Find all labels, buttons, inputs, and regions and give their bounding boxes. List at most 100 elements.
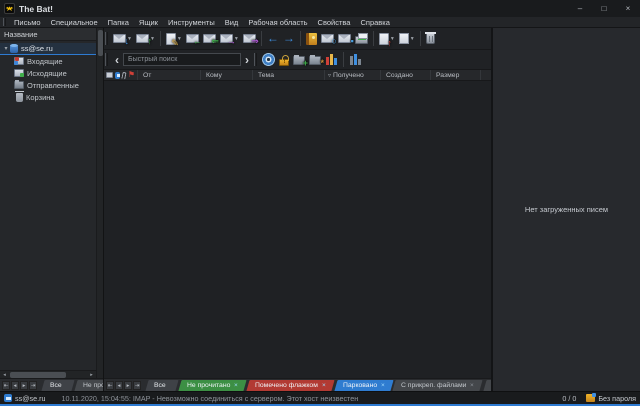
view-mode-button[interactable] — [260, 51, 277, 69]
flag-icon[interactable]: ⚑ — [128, 71, 135, 79]
password-status[interactable]: Без пароля — [598, 394, 636, 403]
folder-view-tab[interactable]: Все — [41, 380, 74, 391]
folder-row[interactable]: Входящие — [0, 55, 96, 67]
move-to-folder-button[interactable]: ↑▼ — [377, 30, 397, 48]
new-message-button[interactable]: ✎▼ — [164, 30, 184, 48]
message-view-tab[interactable]: Помечено флажком× — [246, 380, 334, 391]
quick-search-input[interactable] — [123, 53, 241, 66]
menu-item[interactable]: Письмо — [9, 17, 46, 28]
delete-button[interactable] — [424, 30, 437, 48]
maximize-button[interactable]: □ — [592, 0, 616, 17]
column-header[interactable]: Размер — [431, 70, 481, 80]
nav-back-button[interactable]: ← — [265, 30, 281, 48]
column-header[interactable]: ▿Получено — [325, 70, 381, 80]
folder-view-tab[interactable]: Не прочитано× — [74, 380, 103, 391]
find-message-button[interactable]: ○ — [319, 30, 336, 48]
get-mail-button[interactable]: ↓▼ — [111, 30, 134, 48]
folder-row[interactable]: Корзина — [0, 91, 96, 103]
save-message-button[interactable]: ▪ — [336, 30, 353, 48]
search-next-button[interactable]: › — [241, 53, 253, 67]
tab-next-button[interactable]: ▸ — [124, 381, 132, 390]
chevron-down-icon[interactable]: ▼ — [410, 36, 415, 42]
menu-item[interactable]: Рабочая область — [243, 17, 312, 28]
message-view-tab[interactable]: С прикреп. файлами× — [393, 380, 483, 391]
tab-prev-button[interactable]: ◂ — [115, 381, 123, 390]
menu-item[interactable]: Свойства — [313, 17, 356, 28]
toolbar-gripper[interactable] — [105, 53, 108, 66]
tab-prev-button[interactable]: ◂ — [11, 381, 19, 390]
folder-icon — [14, 69, 24, 77]
vscroll-thumb[interactable] — [98, 30, 103, 56]
access-lock-button[interactable] — [277, 51, 291, 69]
view-columns-icon — [349, 53, 362, 66]
print-icon — [355, 36, 368, 44]
sort-mode-button[interactable] — [323, 51, 340, 69]
folder-maintenance-button[interactable]: * — [307, 51, 323, 69]
column-icon-headers: ⚑ — [104, 70, 138, 80]
menu-item[interactable]: Справка — [355, 17, 394, 28]
save-message-icon: ▪ — [338, 34, 351, 43]
hscroll-thumb[interactable] — [10, 372, 66, 378]
nav-forward-button[interactable]: → — [281, 30, 297, 48]
scroll-right-icon[interactable]: ▸ — [87, 372, 96, 378]
message-view-tab[interactable]: Не прочитано× — [178, 380, 246, 391]
tab-close-icon[interactable]: × — [234, 382, 238, 389]
address-book-button[interactable] — [304, 30, 319, 48]
tab-close-icon[interactable]: × — [381, 382, 385, 389]
status-account[interactable]: ss@se.ru — [15, 394, 45, 403]
close-button[interactable]: × — [616, 0, 640, 17]
get-mail-icon: ↓ — [113, 34, 126, 43]
tab-next-button[interactable]: ▸ — [20, 381, 28, 390]
folder-row[interactable]: Отправленные — [0, 79, 96, 91]
toolbar-gripper[interactable] — [105, 32, 108, 45]
search-prev-button[interactable]: ‹ — [111, 53, 123, 67]
unread-envelope-icon[interactable] — [106, 72, 113, 78]
message-view-tab[interactable]: Парковано× — [334, 380, 393, 391]
tab-last-button[interactable]: ⇥ — [133, 381, 141, 390]
tab-scroll-buttons: ⇤◂▸⇥ — [0, 379, 40, 391]
attachment-icon[interactable] — [122, 72, 127, 80]
folder-pane-header[interactable]: Название — [0, 28, 96, 41]
message-view-tab[interactable]: Информация× — [483, 380, 491, 391]
new-folder-button[interactable]: + — [291, 51, 307, 69]
menu-item[interactable]: Ящик — [134, 17, 163, 28]
print-button[interactable] — [353, 30, 370, 48]
folder-pane-hscrollbar[interactable]: ◂ ▸ — [0, 370, 96, 378]
preview-pane[interactable]: Нет загруженных писем — [491, 28, 640, 391]
app-window: The Bat! – □ × ПисьмоСпециальноеПапкаЯщи… — [0, 0, 640, 406]
column-header[interactable]: Кому — [201, 70, 253, 80]
toolbar-separator — [373, 31, 374, 46]
folder-row[interactable]: Исходящие — [0, 67, 96, 79]
column-header[interactable]: Создано — [381, 70, 431, 80]
chevron-down-icon[interactable]: ▾ — [2, 45, 10, 52]
message-list[interactable] — [104, 81, 491, 378]
tab-close-icon[interactable]: × — [471, 382, 475, 389]
toolbar-gripper[interactable] — [254, 53, 257, 66]
menubar-gripper[interactable] — [3, 18, 6, 26]
folder-pane: Название ▾ ss@se.ru Входя — [0, 28, 104, 391]
menu-item[interactable]: Инструменты — [163, 17, 220, 28]
menu-item[interactable]: Специальное — [46, 17, 103, 28]
reply-all-button[interactable]: ⇐ — [201, 30, 218, 48]
minimize-button[interactable]: – — [568, 0, 592, 17]
forward-button[interactable]: →▼ — [218, 30, 241, 48]
menu-item[interactable]: Вид — [220, 17, 244, 28]
redirect-button[interactable]: ⇒ — [241, 30, 258, 48]
folder-pane-vscrollbar[interactable] — [96, 28, 103, 378]
column-header[interactable]: От — [138, 70, 201, 80]
reply-button[interactable]: ← — [184, 30, 201, 48]
priority-icon[interactable] — [115, 72, 121, 79]
tab-last-button[interactable]: ⇥ — [29, 381, 37, 390]
account-row[interactable]: ▾ ss@se.ru — [0, 43, 96, 55]
column-header[interactable]: Тема — [253, 70, 325, 80]
tab-first-button[interactable]: ⇤ — [106, 381, 114, 390]
tab-close-icon[interactable]: × — [322, 382, 326, 389]
nav-forward-icon: → — [283, 32, 295, 45]
copy-to-folder-button[interactable]: ▼ — [397, 30, 417, 48]
menu-item[interactable]: Папка — [103, 17, 134, 28]
view-columns-button[interactable] — [347, 51, 364, 69]
message-view-tab[interactable]: Все — [145, 380, 178, 391]
tab-first-button[interactable]: ⇤ — [2, 381, 10, 390]
scroll-left-icon[interactable]: ◂ — [0, 372, 9, 378]
send-queued-mail-button[interactable]: ↑▼ — [134, 30, 157, 48]
